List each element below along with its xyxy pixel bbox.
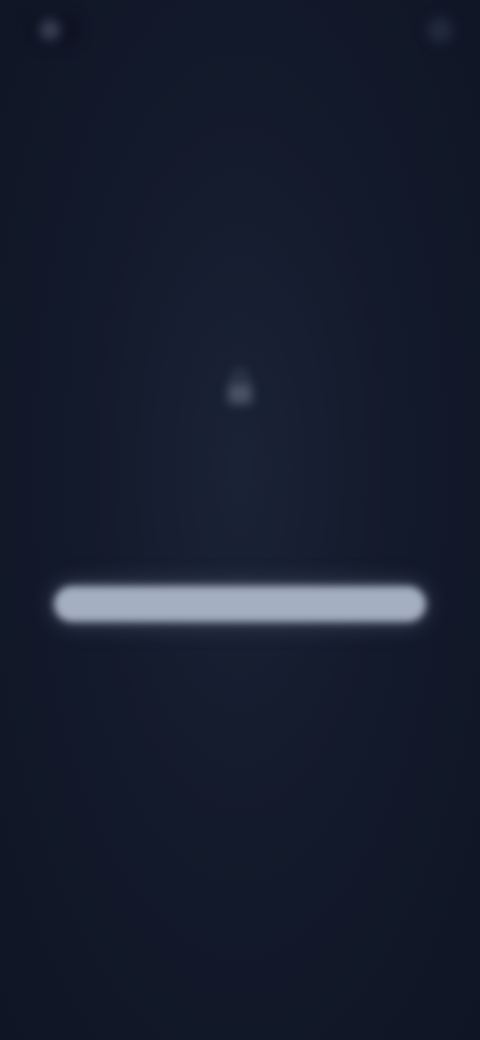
brand[interactable] (28, 14, 80, 46)
background (0, 0, 480, 1040)
lock-icon (225, 370, 255, 406)
locked-content-panel (0, 370, 480, 426)
top-action-button[interactable] (428, 18, 452, 42)
brand-logo-icon (40, 20, 60, 40)
top-bar (0, 0, 480, 64)
primary-button[interactable] (54, 586, 426, 622)
